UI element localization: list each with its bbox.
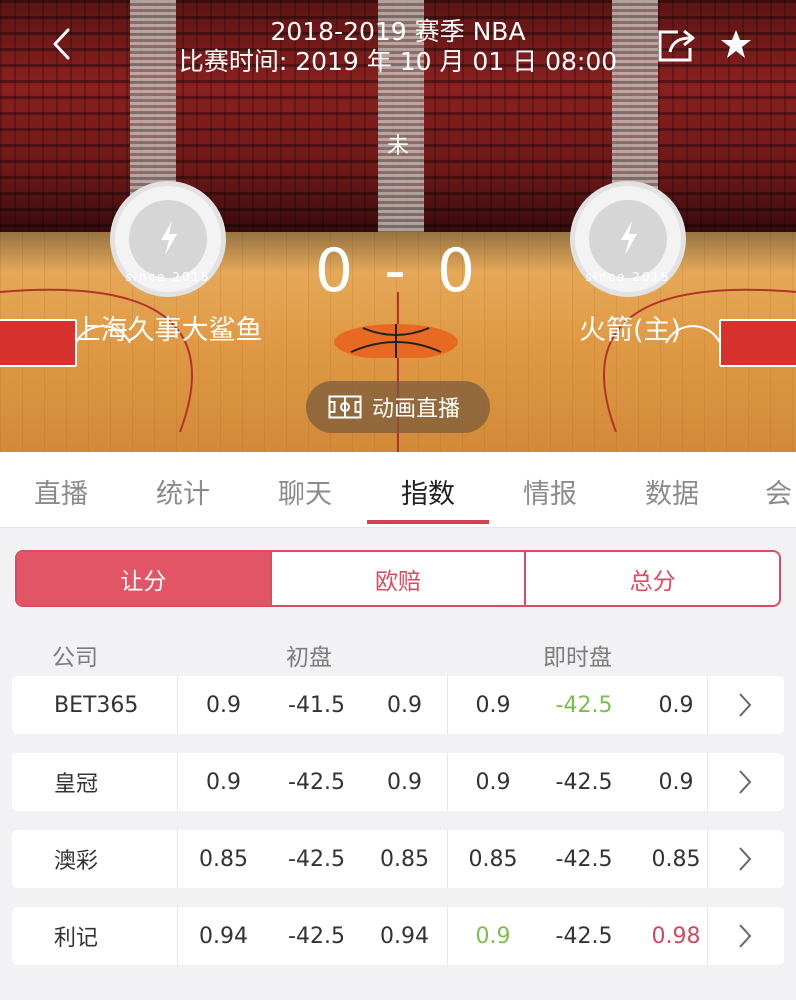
initial-odds-value: 0.9 <box>206 692 241 718</box>
column-divider <box>707 907 708 965</box>
segment-european[interactable]: 欧赔 <box>269 552 525 605</box>
tab-bar: 直播 统计 聊天 指数 情报 数据 会 <box>0 452 796 528</box>
match-hero: 2018-2019 赛季 NBA 比赛时间: 2019 年 10 月 01 日 … <box>0 0 796 452</box>
live-odds-value: -42.5 <box>555 846 613 872</box>
column-divider <box>447 907 448 965</box>
share-icon[interactable] <box>656 26 698 64</box>
chevron-right-icon[interactable] <box>734 768 756 796</box>
column-divider <box>177 830 178 888</box>
header-company: 公司 <box>52 645 98 671</box>
live-odds-value: -42.5 <box>555 923 613 949</box>
header-live: 即时盘 <box>543 645 612 671</box>
initial-odds-value: 0.9 <box>206 769 241 795</box>
company-name: 澳彩 <box>54 849 99 874</box>
live-odds-value: 0.85 <box>651 846 701 872</box>
score: 0 - 0 <box>314 236 482 306</box>
column-divider <box>177 753 178 811</box>
live-odds-value: 0.9 <box>475 923 511 949</box>
live-odds-value: 0.9 <box>658 692 694 718</box>
animation-live-button[interactable]: 动画直播 <box>306 381 490 433</box>
odds-row[interactable]: 澳彩 0.85 -42.5 0.85 0.85 -42.5 0.85 <box>12 830 784 888</box>
tab-stats[interactable]: 统计 <box>122 472 244 511</box>
odds-type-selector: 让分 欧赔 总分 <box>15 550 781 607</box>
home-team-name[interactable]: 上海久事大鲨鱼 <box>40 308 296 347</box>
column-divider <box>447 830 448 888</box>
column-divider <box>707 753 708 811</box>
column-divider <box>707 830 708 888</box>
live-odds-value: -42.5 <box>555 769 613 795</box>
match-status: 未 <box>386 134 409 159</box>
basketball-graphic <box>334 324 458 358</box>
live-odds-value: 0.9 <box>475 692 511 718</box>
header-initial: 初盘 <box>286 645 332 671</box>
column-divider <box>177 907 178 965</box>
chevron-right-icon[interactable] <box>734 691 756 719</box>
star-icon[interactable] <box>720 28 752 60</box>
initial-odds-value: -42.5 <box>288 769 345 795</box>
tab-data[interactable]: 数据 <box>611 472 733 511</box>
odds-row[interactable]: 皇冠 0.9 -42.5 0.9 0.9 -42.5 0.9 <box>12 753 784 811</box>
initial-odds-value: 0.94 <box>380 923 429 949</box>
segment-total[interactable]: 总分 <box>524 552 779 605</box>
segment-handicap[interactable]: 让分 <box>17 552 270 605</box>
odds-row[interactable]: BET365 0.9 -41.5 0.9 0.9 -42.5 0.9 <box>12 676 784 734</box>
initial-odds-value: 0.9 <box>387 692 422 718</box>
company-name: BET365 <box>54 692 139 718</box>
chevron-right-icon[interactable] <box>734 922 756 950</box>
live-odds-value: 0.9 <box>475 769 511 795</box>
initial-odds-value: -42.5 <box>288 923 345 949</box>
live-odds-value: -42.5 <box>555 692 613 718</box>
column-divider <box>447 753 448 811</box>
tab-intel[interactable]: 情报 <box>489 472 611 511</box>
court-icon <box>328 395 362 419</box>
initial-odds-value: 0.9 <box>387 769 422 795</box>
initial-odds-value: -41.5 <box>288 692 345 718</box>
chevron-right-icon[interactable] <box>734 845 756 873</box>
tab-more[interactable]: 会 <box>733 472 793 511</box>
column-divider <box>447 676 448 734</box>
initial-odds-value: 0.85 <box>380 846 429 872</box>
live-odds-value: 0.85 <box>468 846 518 872</box>
animation-live-label: 动画直播 <box>372 397 461 422</box>
tab-chat[interactable]: 聊天 <box>244 472 366 511</box>
company-name: 利记 <box>54 926 99 951</box>
live-odds-value: 0.98 <box>651 923 701 949</box>
match-detail-page: 2018-2019 赛季 NBA 比赛时间: 2019 年 10 月 01 日 … <box>0 0 796 1000</box>
initial-odds-value: 0.94 <box>199 923 248 949</box>
company-name: 皇冠 <box>54 772 99 797</box>
odds-row[interactable]: 利记 0.94 -42.5 0.94 0.9 -42.5 0.98 <box>12 907 784 965</box>
column-divider <box>177 676 178 734</box>
tab-live[interactable]: 直播 <box>0 472 122 511</box>
tab-odds[interactable]: 指数 <box>367 472 489 511</box>
active-tab-indicator <box>367 520 489 524</box>
column-divider <box>707 676 708 734</box>
top-bar: 2018-2019 赛季 NBA 比赛时间: 2019 年 10 月 01 日 … <box>0 0 796 80</box>
live-odds-value: 0.9 <box>658 769 694 795</box>
initial-odds-value: -42.5 <box>288 846 345 872</box>
away-team-name[interactable]: 火箭(主) <box>510 308 750 347</box>
initial-odds-value: 0.85 <box>199 846 248 872</box>
